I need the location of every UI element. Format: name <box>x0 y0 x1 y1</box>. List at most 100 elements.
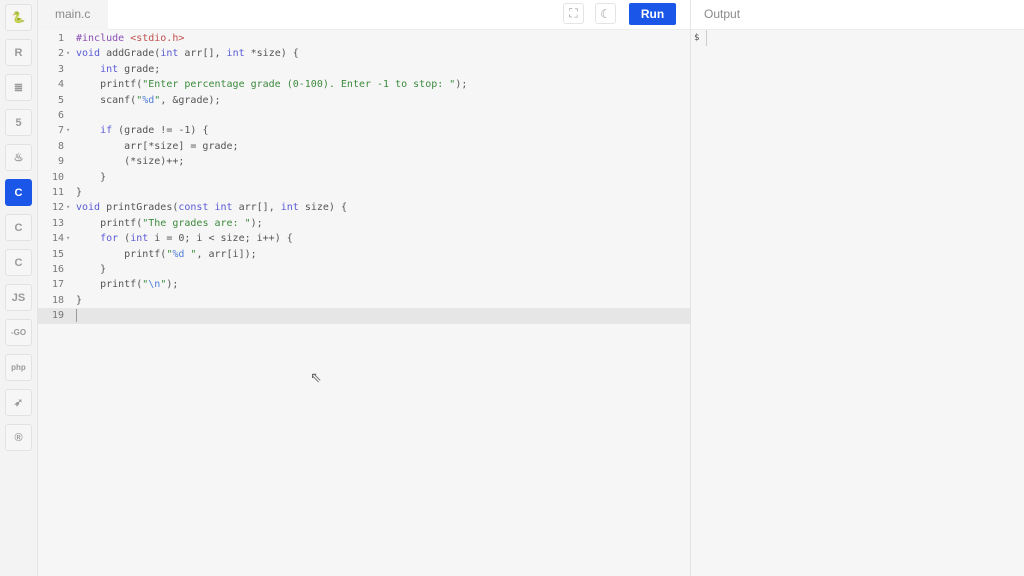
fold-toggle-icon[interactable]: ▾ <box>66 200 70 215</box>
code-text: void printGrades(const int arr[], int si… <box>76 200 347 215</box>
code-token: int <box>280 202 299 214</box>
sidebar-item-rust[interactable]: ® <box>5 424 32 451</box>
javascript-icon: JS <box>11 291 26 304</box>
code-line[interactable]: 7 ▾ if (grade != -1) { <box>38 123 690 138</box>
code-line[interactable]: 16 } <box>38 262 690 277</box>
code-token: } <box>76 294 83 306</box>
code-line[interactable]: 2 ▾ void addGrade(int arr[], int *size) { <box>38 46 690 61</box>
line-number: 4 <box>57 79 64 91</box>
fold-toggle-icon[interactable]: ▾ <box>66 46 70 61</box>
swift-icon: ➶ <box>13 397 24 409</box>
run-button[interactable]: Run <box>629 3 676 25</box>
sidebar-item-java[interactable]: ♨ <box>5 144 32 171</box>
code-line[interactable]: 4 printf("Enter percentage grade (0-100)… <box>38 77 690 92</box>
code-text: } <box>76 185 82 200</box>
sidebar-item-php[interactable]: php <box>5 354 32 381</box>
java-icon: ♨ <box>13 152 24 164</box>
sql-icon: ≣ <box>13 82 24 94</box>
tab-main-c[interactable]: main.c <box>38 0 108 30</box>
text-caret <box>76 308 77 322</box>
code-token: ); <box>250 217 263 229</box>
sidebar-item-r[interactable]: R <box>5 39 32 66</box>
sidebar-item-javascript[interactable]: JS <box>5 284 32 311</box>
code-token: } <box>76 264 107 275</box>
code-text: int grade; <box>76 62 160 77</box>
code-token: (*size)++; <box>76 156 185 168</box>
sidebar-item-python[interactable]: 🐍 <box>5 4 32 31</box>
code-text: for (int i = 0; i < size; i++) { <box>76 231 293 246</box>
line-number: 9 <box>57 156 64 168</box>
code-text: (*size)++; <box>76 154 184 169</box>
line-number: 5 <box>57 94 64 106</box>
code-token: int <box>100 63 119 75</box>
editor-toolbar: main.c ⛶ ☾ Run <box>38 0 690 30</box>
sidebar-item-cpp[interactable]: C <box>5 214 32 241</box>
code-line[interactable]: 5 scanf("%d", &grade); <box>38 93 690 108</box>
moon-icon: ☾ <box>600 6 611 21</box>
line-number: 15 <box>51 248 64 260</box>
code-line[interactable]: 3 int grade; <box>38 62 690 77</box>
sidebar-item-html5[interactable]: 5 <box>5 109 32 136</box>
code-line[interactable]: 6 <box>38 108 690 123</box>
code-line[interactable]: 1 #include <stdio.h> <box>38 31 690 46</box>
code-text: arr[*size] = grade; <box>76 139 239 154</box>
code-line[interactable]: 18} <box>38 293 690 308</box>
code-token: } <box>76 171 107 183</box>
code-token: printf( <box>76 79 143 91</box>
code-token: %d <box>142 94 155 106</box>
sidebar-item-swift[interactable]: ➶ <box>5 389 32 416</box>
code-token: size) { <box>298 202 347 214</box>
code-token: grade; <box>118 63 161 75</box>
code-text: printf("%d ", arr[i]); <box>76 247 257 262</box>
code-line[interactable]: 10 } <box>38 170 690 185</box>
code-token: #include <box>76 33 131 44</box>
fold-toggle-icon[interactable]: ▾ <box>66 231 70 246</box>
code-line[interactable]: 13 printf("The grades are: "); <box>38 216 690 231</box>
fold-toggle-icon[interactable]: ▾ <box>66 123 70 138</box>
output-header: Output <box>691 0 1024 30</box>
line-number: 16 <box>51 264 64 275</box>
sidebar-item-c[interactable]: C <box>5 179 32 206</box>
code-line[interactable]: 11} <box>38 185 690 200</box>
output-terminal[interactable]: $ <box>691 30 1024 576</box>
code-line[interactable]: 9 (*size)++; <box>38 154 690 169</box>
code-line[interactable]: 17 printf("\n"); <box>38 277 690 292</box>
code-editor[interactable]: 1 #include <stdio.h> 2 ▾ void addGrade(int a… <box>38 30 690 576</box>
fullscreen-icon: ⛶ <box>569 6 578 20</box>
code-line[interactable]: 19 <box>38 308 690 324</box>
code-line[interactable]: 12 ▾ void printGrades(const int arr[], int… <box>38 200 690 215</box>
code-text <box>76 308 77 323</box>
code-text: scanf("%d", &grade); <box>76 93 220 108</box>
line-number: 12 <box>51 202 64 214</box>
code-token: int <box>214 202 233 214</box>
cpp-icon: C <box>14 221 23 234</box>
sidebar-item-sql[interactable]: ≣ <box>5 74 32 101</box>
r-icon: R <box>14 46 23 59</box>
code-line[interactable]: 8 arr[*size] = grade; <box>38 139 690 154</box>
code-text: void addGrade(int arr[], int *size) { <box>76 46 299 61</box>
code-text: if (grade != -1) { <box>76 123 208 138</box>
sidebar-item-csharp[interactable]: C <box>5 249 32 276</box>
code-token: arr[*size] = grade; <box>76 140 239 152</box>
sidebar-item-go[interactable]: -GO <box>5 319 32 346</box>
code-token: " <box>184 248 197 260</box>
code-line[interactable]: 14 ▾ for (int i = 0; i < size; i++) { <box>38 231 690 246</box>
terminal-caret <box>706 30 707 46</box>
dark-mode-button[interactable]: ☾ <box>595 3 616 24</box>
code-line[interactable]: 15 printf("%d ", arr[i]); <box>38 247 690 262</box>
line-number: 3 <box>57 63 64 75</box>
line-number: 8 <box>57 140 64 152</box>
code-token: ( <box>118 233 131 245</box>
code-token: \n <box>148 279 161 291</box>
code-token: int <box>226 48 245 60</box>
code-token: printGrades( <box>100 202 179 214</box>
php-icon: php <box>11 363 26 372</box>
code-token: int <box>130 233 149 245</box>
go-icon: -GO <box>10 328 27 337</box>
line-number: 2 <box>57 48 64 60</box>
fullscreen-button[interactable]: ⛶ <box>563 3 584 24</box>
line-number: 1 <box>57 33 64 44</box>
code-token: printf( <box>76 279 143 291</box>
code-text: printf("Enter percentage grade (0-100). … <box>76 77 467 92</box>
